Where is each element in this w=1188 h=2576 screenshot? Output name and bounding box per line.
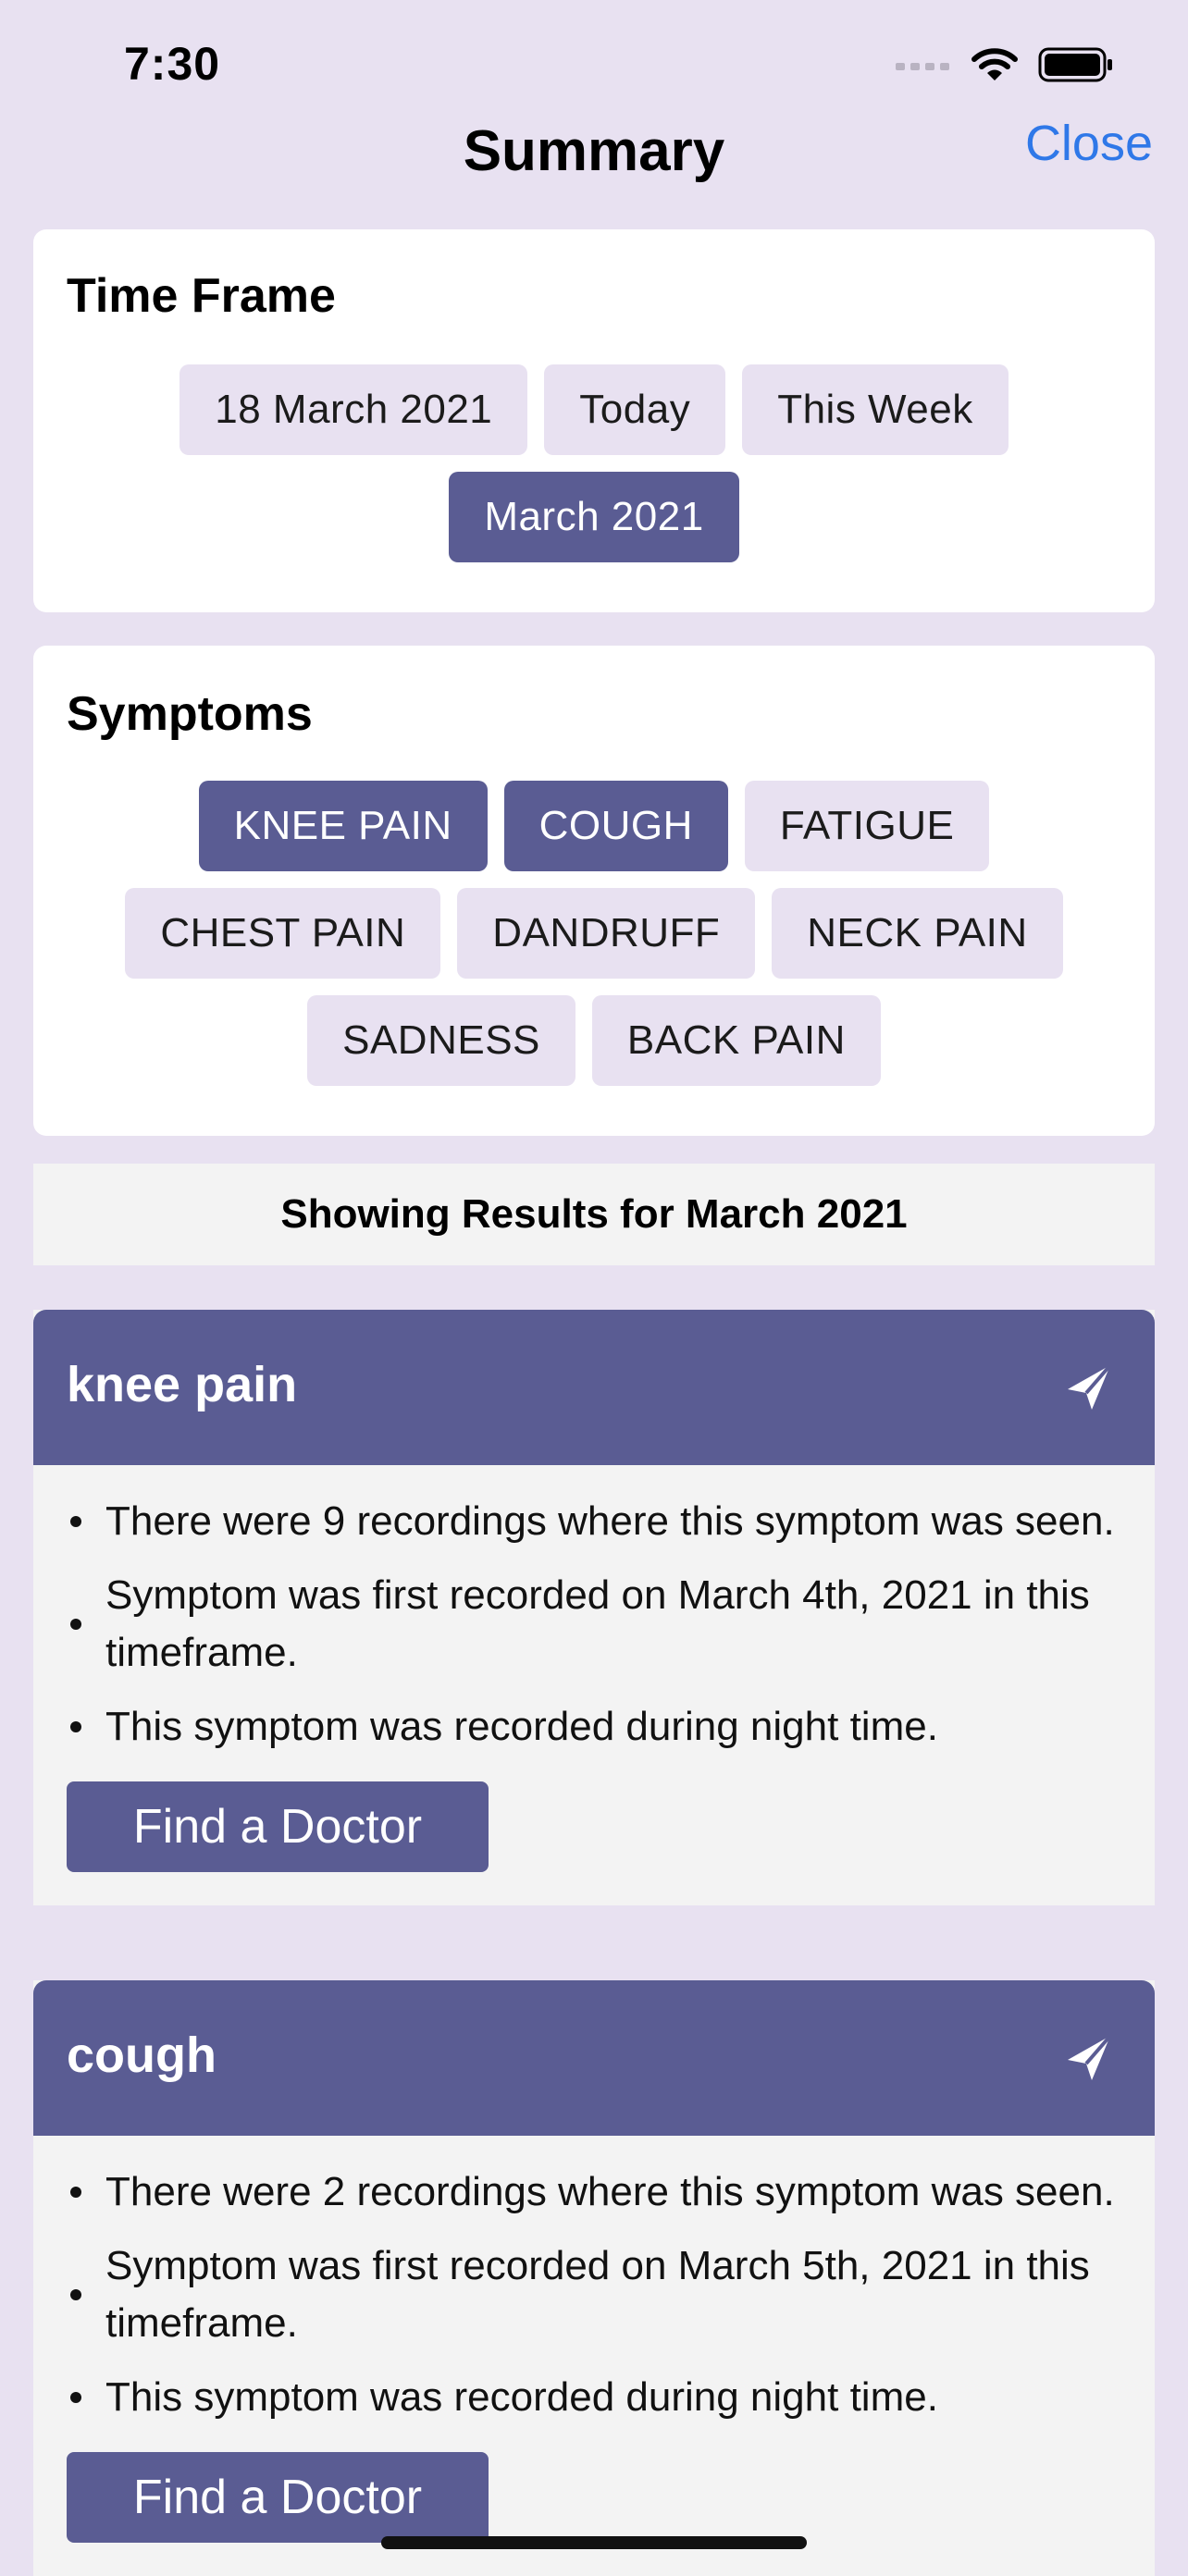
detail-item: Symptom was first recorded on March 4th,… [67,1567,1127,1682]
navigation-bar: Summary Close [0,111,1188,213]
time-frame-row: 18 March 2021 Today This Week [33,364,1155,455]
symptom-chip[interactable]: SADNESS [307,995,575,1086]
page-title: Summary [463,119,725,183]
signal-icon [896,59,951,76]
detail-item: This symptom was recorded during night t… [67,2369,1127,2426]
status-time: 7:30 [124,38,221,90]
symptom-row: SADNESS BACK PAIN [33,995,1155,1086]
symptom-summary-card: knee pain There were 9 recordings where … [33,1310,1155,1905]
symptom-chip[interactable]: DANDRUFF [457,888,756,979]
time-frame-title: Time Frame [67,269,336,323]
time-frame-row: March 2021 [33,472,1155,562]
detail-item: This symptom was recorded during night t… [67,1698,1127,1756]
find-doctor-button[interactable]: Find a Doctor [67,2452,489,2543]
detail-item: There were 9 recordings where this sympt… [67,1493,1127,1550]
detail-item: Symptom was first recorded on March 5th,… [67,2237,1127,2352]
wifi-icon [971,47,1018,87]
symptom-chip-selected[interactable]: KNEE PAIN [198,781,488,871]
symptom-details-list: There were 9 recordings where this sympt… [67,1493,1127,1756]
close-button[interactable]: Close [1025,115,1153,172]
results-label: Showing Results for March 2021 [33,1164,1155,1265]
time-frame-chip[interactable]: 18 March 2021 [179,364,528,455]
symptoms-card: Symptoms KNEE PAIN COUGH FATIGUE CHEST P… [33,646,1155,1136]
symptom-card-body: There were 9 recordings where this sympt… [33,1465,1155,1905]
detail-item: There were 2 recordings where this sympt… [67,2163,1127,2221]
symptom-row: CHEST PAIN DANDRUFF NECK PAIN [33,888,1155,979]
send-icon[interactable] [1066,2034,1112,2087]
symptom-card-body: There were 2 recordings where this sympt… [33,2136,1155,2576]
symptom-chip[interactable]: FATIGUE [744,781,990,871]
symptom-details-list: There were 2 recordings where this sympt… [67,2163,1127,2426]
home-indicator [381,2536,807,2549]
symptom-name: cough [67,2028,217,2083]
send-icon[interactable] [1066,1363,1112,1416]
symptoms-title: Symptoms [67,687,313,741]
symptom-chip-selected[interactable]: COUGH [503,781,728,871]
symptom-summary-card: cough There were 2 recordings where this… [33,1980,1155,2576]
symptom-chip[interactable]: NECK PAIN [772,888,1063,979]
symptom-name: knee pain [67,1357,298,1412]
find-doctor-button[interactable]: Find a Doctor [67,1781,489,1872]
status-icons [896,46,1114,88]
status-bar: 7:30 [0,0,1188,120]
battery-icon [1038,46,1114,88]
time-frame-chip[interactable]: This Week [742,364,1009,455]
time-frame-options: 18 March 2021 Today This Week March 2021 [33,364,1155,579]
time-frame-chip-selected[interactable]: March 2021 [449,472,739,562]
symptom-options: KNEE PAIN COUGH FATIGUE CHEST PAIN DANDR… [33,781,1155,1103]
time-frame-card: Time Frame 18 March 2021 Today This Week… [33,229,1155,612]
symptom-chip[interactable]: BACK PAIN [591,995,881,1086]
symptom-chip[interactable]: CHEST PAIN [125,888,441,979]
time-frame-chip[interactable]: Today [544,364,726,455]
symptom-row: KNEE PAIN COUGH FATIGUE [33,781,1155,871]
symptom-card-header: cough [33,1980,1155,2136]
symptom-card-header: knee pain [33,1310,1155,1465]
